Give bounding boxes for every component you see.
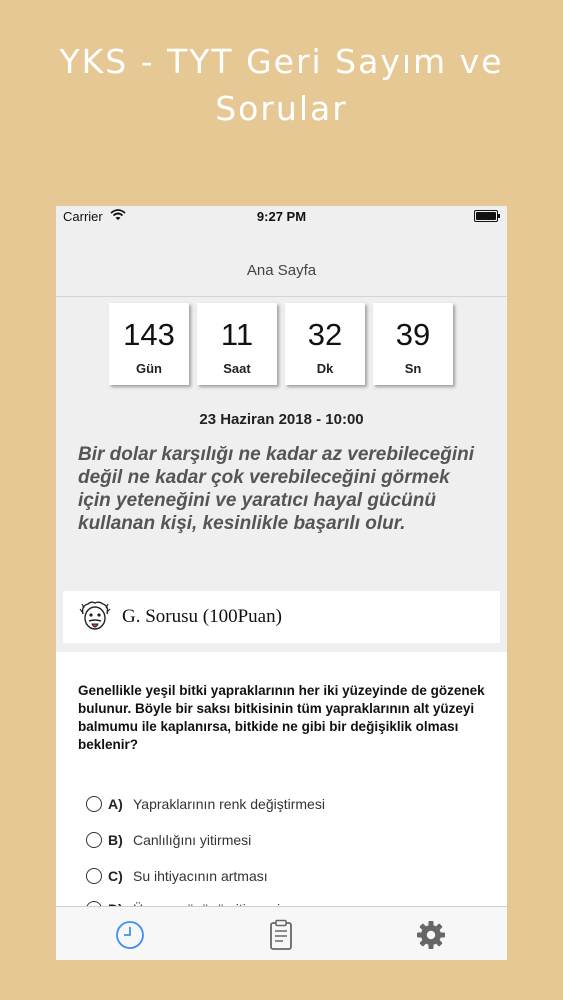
target-date: 23 Haziran 2018 - 10:00 — [199, 411, 364, 428]
option-text: Canlılığını yitirmesi — [133, 832, 252, 848]
page-title: Ana Sayfa — [246, 262, 317, 279]
countdown-seconds: 39 Sn — [373, 303, 453, 385]
nav-divider — [56, 296, 507, 297]
tab-countdown[interactable] — [113, 919, 147, 951]
clock-icon — [113, 921, 147, 955]
clipboard-icon — [264, 919, 298, 955]
option-letter: C) — [108, 868, 123, 884]
option-letter: B) — [108, 832, 123, 848]
radio-button[interactable] — [86, 796, 102, 812]
tab-questions[interactable] — [264, 919, 298, 951]
countdown-hours: 11 Saat — [197, 303, 277, 385]
countdown: 143 Gün 11 Saat 32 Dk 39 Sn — [109, 303, 459, 389]
question-header: G. Sorusu (100Puan) — [63, 591, 500, 643]
countdown-unit: Sn — [404, 361, 422, 376]
countdown-unit: Saat — [223, 361, 251, 376]
gear-icon — [414, 921, 448, 955]
countdown-value: 11 — [220, 317, 254, 352]
option-text: Su ihtiyacının artması — [133, 868, 268, 884]
status-bar: Carrier 9:27 PM — [56, 206, 507, 226]
countdown-unit: Gün — [136, 361, 162, 376]
tab-settings[interactable] — [414, 919, 448, 951]
question-title: G. Sorusu (100Puan) — [122, 606, 282, 627]
question-card: Genellikle yeşil bitki yapraklarının her… — [56, 652, 507, 922]
question-text: Genellikle yeşil bitki yapraklarının her… — [78, 683, 485, 752]
option-text: Yapraklarının renk değiştirmesi — [133, 796, 325, 812]
countdown-value: 32 — [307, 317, 343, 352]
promo-title: YKS - TYT Geri Sayım ve Sorular — [59, 42, 504, 128]
radio-button[interactable] — [86, 832, 102, 848]
tab-bar — [56, 906, 507, 960]
option-letter: A) — [108, 796, 123, 812]
wifi-icon — [110, 209, 126, 224]
countdown-value: 143 — [123, 317, 175, 352]
countdown-minutes: 32 Dk — [285, 303, 365, 385]
countdown-days: 143 Gün — [109, 303, 189, 385]
phone-screen: Carrier 9:27 PM Ana Sayfa 143 Gün 11 Saa… — [56, 206, 507, 960]
countdown-value: 39 — [395, 317, 431, 352]
carrier-label: Carrier — [63, 209, 103, 224]
countdown-unit: Dk — [316, 361, 334, 376]
battery-icon — [474, 210, 500, 222]
einstein-avatar-icon — [79, 600, 111, 632]
motivation-quote: Bir dolar karşılığı ne kadar az verebile… — [78, 444, 475, 534]
radio-button[interactable] — [86, 868, 102, 884]
